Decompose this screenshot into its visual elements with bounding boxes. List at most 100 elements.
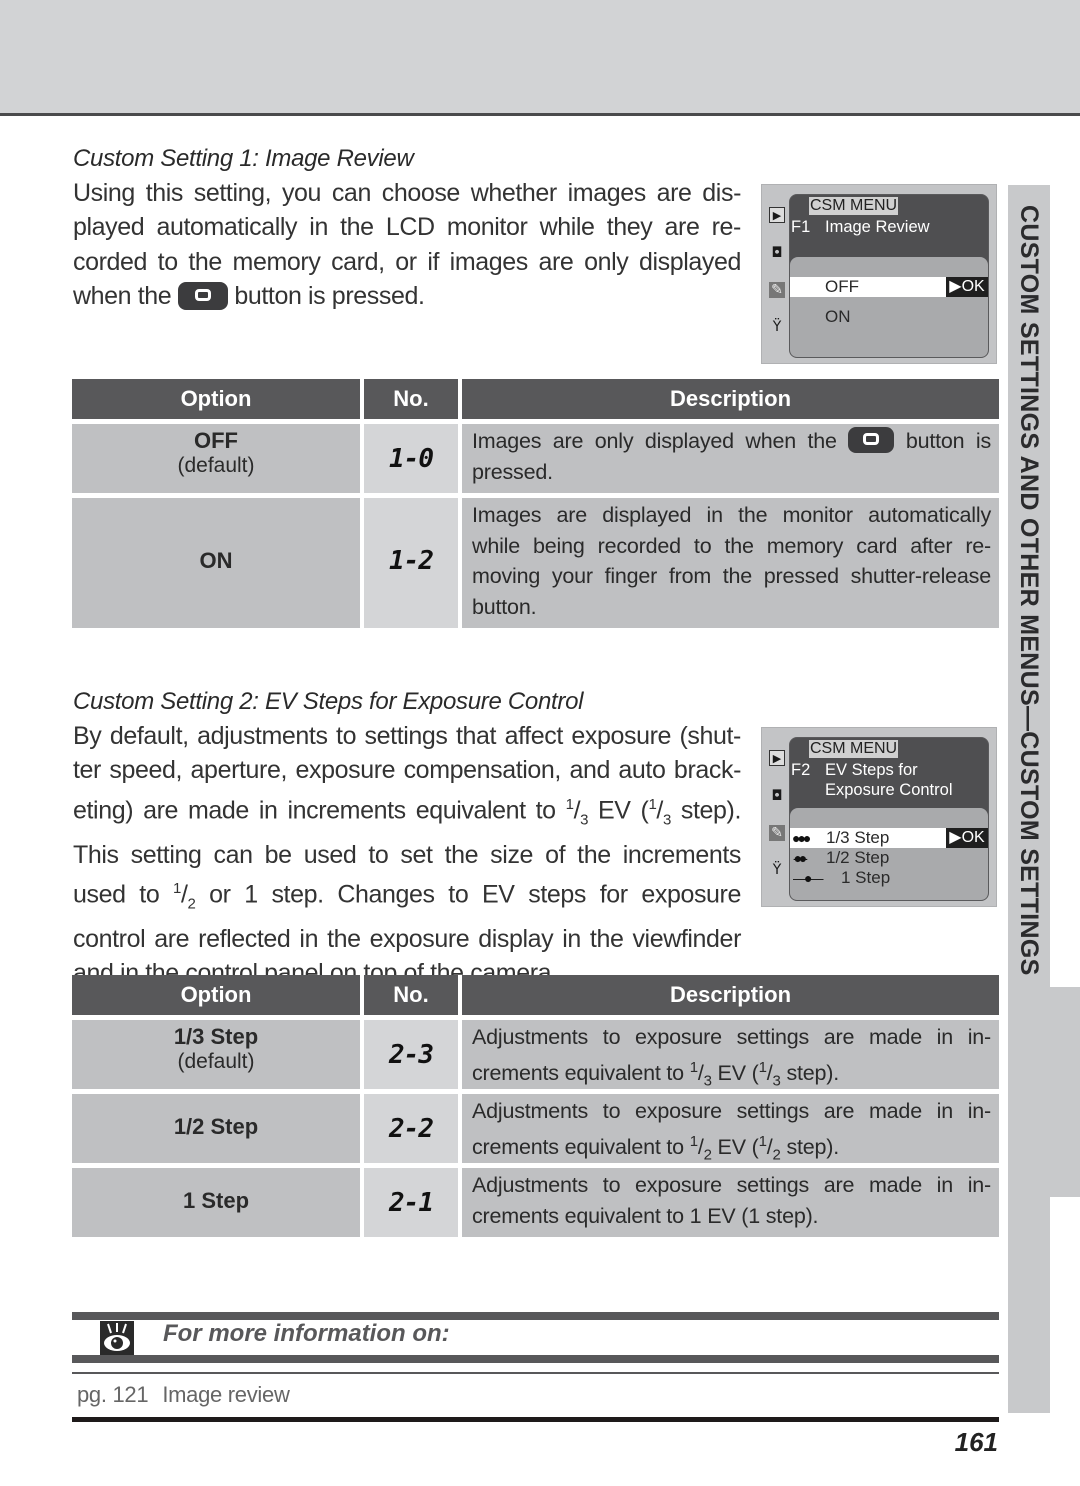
csm-menu-label: CSM MENU	[809, 197, 899, 215]
description-cell: Adjustments to exposure settings are mad…	[458, 1168, 999, 1237]
eye-icon	[100, 1321, 134, 1355]
description-line: Images are only displayed when the butto…	[472, 426, 991, 457]
lcd-option-third-step[interactable]: ●●● 1/3 Step ▶OK	[790, 828, 988, 848]
section-body: By default, adjustments to settings that…	[73, 719, 741, 991]
pencil-icon: ✎	[769, 825, 785, 841]
table-header: Option No. Description	[72, 379, 999, 419]
lcd-code: F2	[791, 761, 811, 779]
description-line: crements equivalent to 1/3 EV (1/3 step)…	[472, 1053, 991, 1097]
reference-page: pg. 121	[77, 1382, 149, 1407]
body-line: eting) are made in increments equivalent…	[73, 788, 741, 838]
description-fragment: Images are only displayed when the	[472, 429, 837, 453]
option-note: (default)	[177, 1050, 255, 1073]
lcd-option-one-step[interactable]: —●— 1 Step	[790, 868, 988, 888]
description-cell: Adjustments to exposure settings are mad…	[458, 1020, 999, 1089]
lcd-side-icons: ▶ ◘ ✎ Ÿ	[762, 185, 788, 363]
lcd-title: Image Review	[825, 218, 930, 236]
number-cell: 2-2	[364, 1094, 458, 1163]
description-line: moving your finger from the pressed shut…	[472, 564, 991, 588]
number-cell: 2-1	[364, 1168, 458, 1237]
option-name: 1 Step	[182, 1188, 250, 1213]
one-dot-icon: —●—	[793, 870, 824, 886]
lcd-options: OFF ▶OK ON	[790, 257, 988, 357]
setting-number: 1-2	[389, 546, 434, 576]
lcd-option-half-step[interactable]: -●-●- 1/2 Step	[790, 848, 988, 868]
option-name: ON	[199, 548, 233, 573]
more-info-title: For more information on:	[163, 1320, 450, 1347]
ok-badge: ▶OK	[946, 828, 988, 848]
table-header: Option No. Description	[72, 975, 999, 1015]
lcd-option-label: ON	[825, 307, 851, 326]
lcd-options: ●●● 1/3 Step ▶OK -●-●- 1/2 Step —●— 1 St…	[790, 808, 988, 900]
body-line: By default, adjustments to settings that…	[73, 722, 741, 750]
camera-icon: ◘	[771, 788, 783, 804]
description-fragment: crements equivalent to	[472, 1060, 690, 1085]
fraction-numerator: 1	[758, 1058, 767, 1076]
setting-number: 2-2	[389, 1114, 434, 1144]
lcd-title: Exposure Control	[825, 781, 953, 799]
option-cell: OFF (default)	[72, 424, 360, 493]
option-name: 1/3 Step	[173, 1024, 259, 1049]
body-text-fragment: or 1 step. Changes to EV steps for expos…	[195, 880, 741, 909]
description-line: pressed.	[472, 459, 553, 484]
side-tab-label: CUSTOM SETTINGS AND OTHER MENUS—CUSTOM S…	[1015, 205, 1043, 976]
body-text-fragment: button is pressed.	[234, 282, 425, 311]
description-fragment: EV (	[711, 1060, 759, 1085]
fraction-denominator: 3	[580, 811, 589, 829]
header-rule	[0, 113, 1080, 116]
ok-badge: ▶OK	[946, 277, 988, 297]
number-cell: 1-2	[364, 498, 458, 628]
playback-icon: ▶	[769, 750, 785, 766]
body-text-fragment: used to	[73, 880, 174, 909]
lcd-code: F1	[791, 218, 811, 236]
table-row: 1/3 Step (default) 2-3 Adjustments to ex…	[72, 1020, 999, 1089]
section-title: Custom Setting 1: Image Review	[73, 145, 414, 172]
section-title: Custom Setting 2: EV Steps for Exposure …	[73, 688, 584, 715]
option-cell: ON	[72, 498, 360, 628]
lcd-side-icons: ▶ ◘ ✎ Ÿ	[762, 728, 788, 906]
lcd-option-label: OFF	[825, 277, 859, 296]
reference-link[interactable]: pg. 121 Image review	[77, 1382, 290, 1408]
info-divider	[72, 1372, 999, 1374]
camera-icon: ◘	[771, 245, 783, 261]
body-line: when the button is pressed.	[73, 279, 741, 313]
description-fragment: step).	[780, 1134, 840, 1159]
setting-number: 2-1	[389, 1188, 434, 1218]
lcd-panel: CSM MENU F1 Image Review OFF ▶OK ON	[789, 194, 989, 358]
header-description: Description	[458, 975, 999, 1015]
header-band	[0, 0, 1080, 113]
monitor-button-icon	[848, 427, 895, 454]
lcd-option-off[interactable]: OFF ▶OK	[790, 277, 988, 297]
fraction-denominator: 3	[772, 1071, 781, 1089]
number-cell: 1-0	[364, 424, 458, 493]
fraction-numerator: 1	[689, 1132, 698, 1150]
body-line: used to 1/2 or 1 step. Changes to EV ste…	[73, 872, 741, 922]
header-no: No.	[364, 975, 458, 1015]
side-tab-marker	[1050, 987, 1080, 1197]
lcd-title: EV Steps for	[825, 761, 918, 779]
table-row: 1/2 Step 2-2 Adjustments to exposure set…	[72, 1094, 999, 1163]
page-number: 161	[954, 1427, 998, 1457]
description-line: Adjustments to exposure settings are mad…	[472, 1025, 991, 1049]
description-line: while being recorded to the memory card …	[472, 533, 991, 558]
body-text-fragment: EV (	[588, 796, 649, 825]
option-cell: 1/2 Step	[72, 1094, 360, 1163]
body-line: Using this setting, you can choose wheth…	[73, 179, 741, 207]
option-note: (default)	[177, 454, 255, 477]
body-line: control are reflected in the exposure di…	[73, 924, 741, 953]
fraction-denominator: 2	[772, 1145, 781, 1163]
section-body: Using this setting, you can choose wheth…	[73, 176, 741, 314]
option-cell: 1/3 Step (default)	[72, 1020, 360, 1089]
lcd-option-label: 1/3 Step	[826, 828, 890, 847]
description-fragment: step).	[780, 1060, 840, 1085]
description-cell: Adjustments to exposure settings are mad…	[458, 1094, 999, 1163]
body-text-fragment: step).	[670, 796, 742, 825]
description-cell: Images are displayed in the monitor auto…	[458, 498, 999, 628]
fraction-numerator: 1	[758, 1132, 767, 1150]
reference-label: Image review	[162, 1382, 290, 1407]
lcd-option-on[interactable]: ON	[790, 307, 988, 327]
info-bar-bottom	[72, 1355, 999, 1363]
fraction-numerator: 1	[565, 795, 574, 813]
body-line: ter speed, aperture, exposure compensati…	[73, 756, 741, 785]
body-line: This setting can be used to set the size…	[73, 840, 741, 869]
